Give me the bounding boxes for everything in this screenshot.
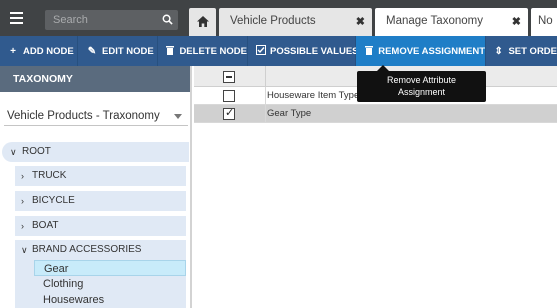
close-icon[interactable]: ✖	[356, 15, 365, 28]
tree-child-gear[interactable]: Gear	[34, 260, 186, 276]
chevron-down-icon	[174, 114, 182, 119]
select-all-checkbox[interactable]	[223, 71, 235, 83]
remove-assignment-label: REMOVE ASSIGNMENT	[378, 45, 485, 57]
plus-icon: +	[10, 45, 16, 57]
edit-node-label: EDIT NODE	[102, 45, 154, 57]
tree-node-label: TRUCK	[32, 170, 67, 181]
column-divider	[265, 105, 266, 123]
column-divider	[265, 87, 266, 105]
chevron-down-icon[interactable]: ∨	[10, 147, 17, 158]
add-node-button[interactable]: + ADD NODE	[0, 36, 78, 66]
chevron-right-icon[interactable]: ›	[21, 221, 24, 231]
tab-label: Vehicle Products	[230, 15, 316, 27]
search-box[interactable]	[45, 10, 178, 30]
possible-values-label: POSSIBLE VALUES	[270, 45, 359, 57]
tree-child-label: Gear	[44, 263, 69, 275]
tab-label: No	[538, 15, 553, 27]
taxonomy-select[interactable]: Vehicle Products - Traxonomy	[4, 106, 188, 126]
taxonomy-select-value: Vehicle Products - Traxonomy	[7, 110, 160, 122]
close-icon[interactable]: ✖	[512, 15, 521, 28]
checkmark-icon: ✓	[225, 107, 235, 119]
chevron-right-icon[interactable]: ›	[21, 196, 24, 206]
trash-icon	[165, 45, 175, 58]
row-checkbox[interactable]	[223, 90, 235, 102]
search-input[interactable]	[53, 10, 153, 30]
tooltip-line: Remove Attribute	[386, 75, 457, 85]
checkbox-icon	[256, 44, 266, 58]
tree-node-label: BOAT	[32, 220, 59, 231]
sort-icon: ⇕	[494, 45, 503, 57]
hamburger-menu-icon[interactable]	[6, 8, 26, 28]
tree-child-clothing[interactable]: Clothing	[34, 276, 186, 292]
tree-node-label: ROOT	[22, 146, 51, 157]
panel-header: TAXONOMY	[0, 66, 190, 92]
tab-home[interactable]	[189, 8, 216, 36]
table-row[interactable]: ✓ Gear Type	[194, 105, 557, 123]
action-toolbar: + ADD NODE ✎ EDIT NODE DELETE NODE POSSI…	[0, 36, 557, 66]
tab-manage-taxonomy[interactable]: Manage Taxonomy ✖	[375, 8, 528, 36]
tab-overflow[interactable]: No	[531, 8, 557, 36]
tab-vehicle-products[interactable]: Vehicle Products ✖	[219, 8, 372, 36]
tab-label: Manage Taxonomy	[386, 15, 483, 27]
attribute-grid: Houseware Item Type ✓ Gear Type	[194, 66, 557, 308]
tree-child-label: Clothing	[43, 278, 84, 290]
tooltip: Remove Attribute Assignment	[357, 71, 486, 102]
tree-child-label: Housewares	[43, 294, 105, 306]
column-divider	[265, 66, 266, 87]
pencil-icon: ✎	[87, 45, 97, 57]
tree-child-housewares[interactable]: Housewares	[34, 292, 186, 308]
remove-assignment-button[interactable]: REMOVE ASSIGNMENT	[356, 36, 486, 66]
trash-icon	[364, 45, 374, 58]
tree-node-bicycle[interactable]: › BICYCLE	[15, 191, 186, 211]
chevron-right-icon[interactable]: ›	[21, 171, 24, 181]
tree-node-truck[interactable]: › TRUCK	[15, 166, 186, 186]
delete-node-label: DELETE NODE	[179, 45, 247, 57]
row-checkbox[interactable]: ✓	[223, 107, 235, 120]
tree-node-label: BICYCLE	[32, 195, 75, 206]
chevron-down-icon[interactable]: ∨	[21, 245, 28, 256]
tooltip-line: Assignment	[397, 87, 446, 97]
possible-values-button[interactable]: POSSIBLE VALUES	[248, 36, 359, 66]
attribute-name-cell: Gear Type	[267, 108, 312, 119]
set-order-label: SET ORDE	[508, 45, 557, 57]
attribute-name-cell: Houseware Item Type	[267, 90, 360, 101]
add-node-label: ADD NODE	[23, 45, 74, 57]
set-order-button[interactable]: ⇕ SET ORDE	[486, 36, 557, 66]
search-icon[interactable]	[162, 14, 173, 25]
tree-node-boat[interactable]: › BOAT	[15, 216, 186, 236]
home-icon	[197, 16, 209, 27]
tree-node-label: BRAND ACCESSORIES	[32, 244, 142, 255]
tree-node-root[interactable]: ∨ ROOT	[2, 142, 189, 162]
edit-node-button[interactable]: ✎ EDIT NODE	[78, 36, 158, 66]
delete-node-button[interactable]: DELETE NODE	[158, 36, 248, 66]
taxonomy-panel: TAXONOMY Vehicle Products - Traxonomy ∨ …	[0, 66, 192, 308]
top-bar: Vehicle Products ✖ Manage Taxonomy ✖ No	[0, 0, 557, 36]
